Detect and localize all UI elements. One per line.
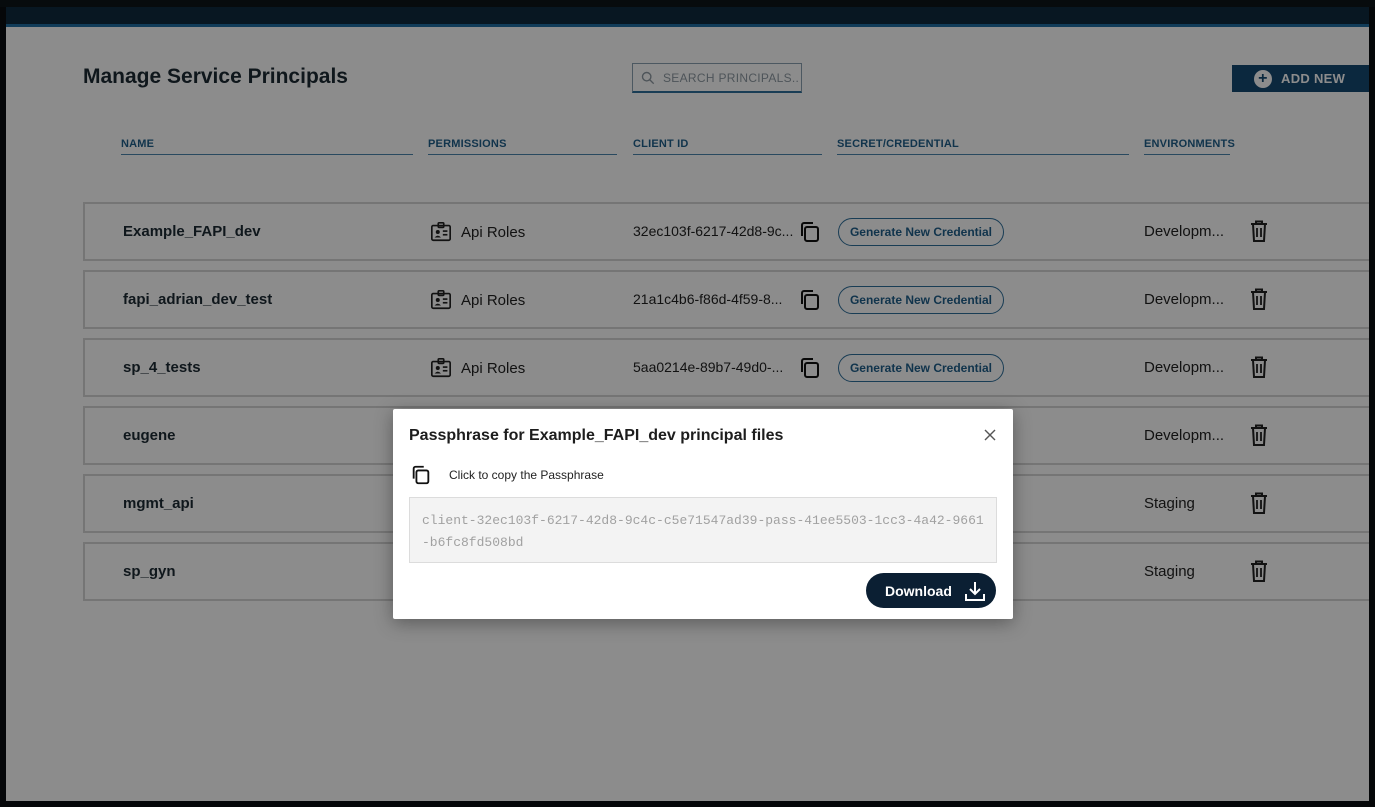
copy-passphrase-button[interactable]: Click to copy the Passphrase (410, 464, 604, 486)
download-label: Download (885, 582, 952, 599)
download-button[interactable]: Download (866, 573, 996, 608)
close-icon[interactable] (983, 428, 997, 442)
copy-icon (412, 465, 430, 485)
copy-passphrase-label: Click to copy the Passphrase (449, 468, 604, 482)
dialog-title: Passphrase for Example_FAPI_dev principa… (409, 427, 784, 444)
passphrase-field[interactable]: client-32ec103f-6217-42d8-9c4c-c5e71547a… (409, 497, 997, 563)
passphrase-dialog: Passphrase for Example_FAPI_dev principa… (393, 409, 1013, 619)
download-icon (964, 581, 985, 601)
modal-backdrop[interactable] (0, 0, 1375, 807)
